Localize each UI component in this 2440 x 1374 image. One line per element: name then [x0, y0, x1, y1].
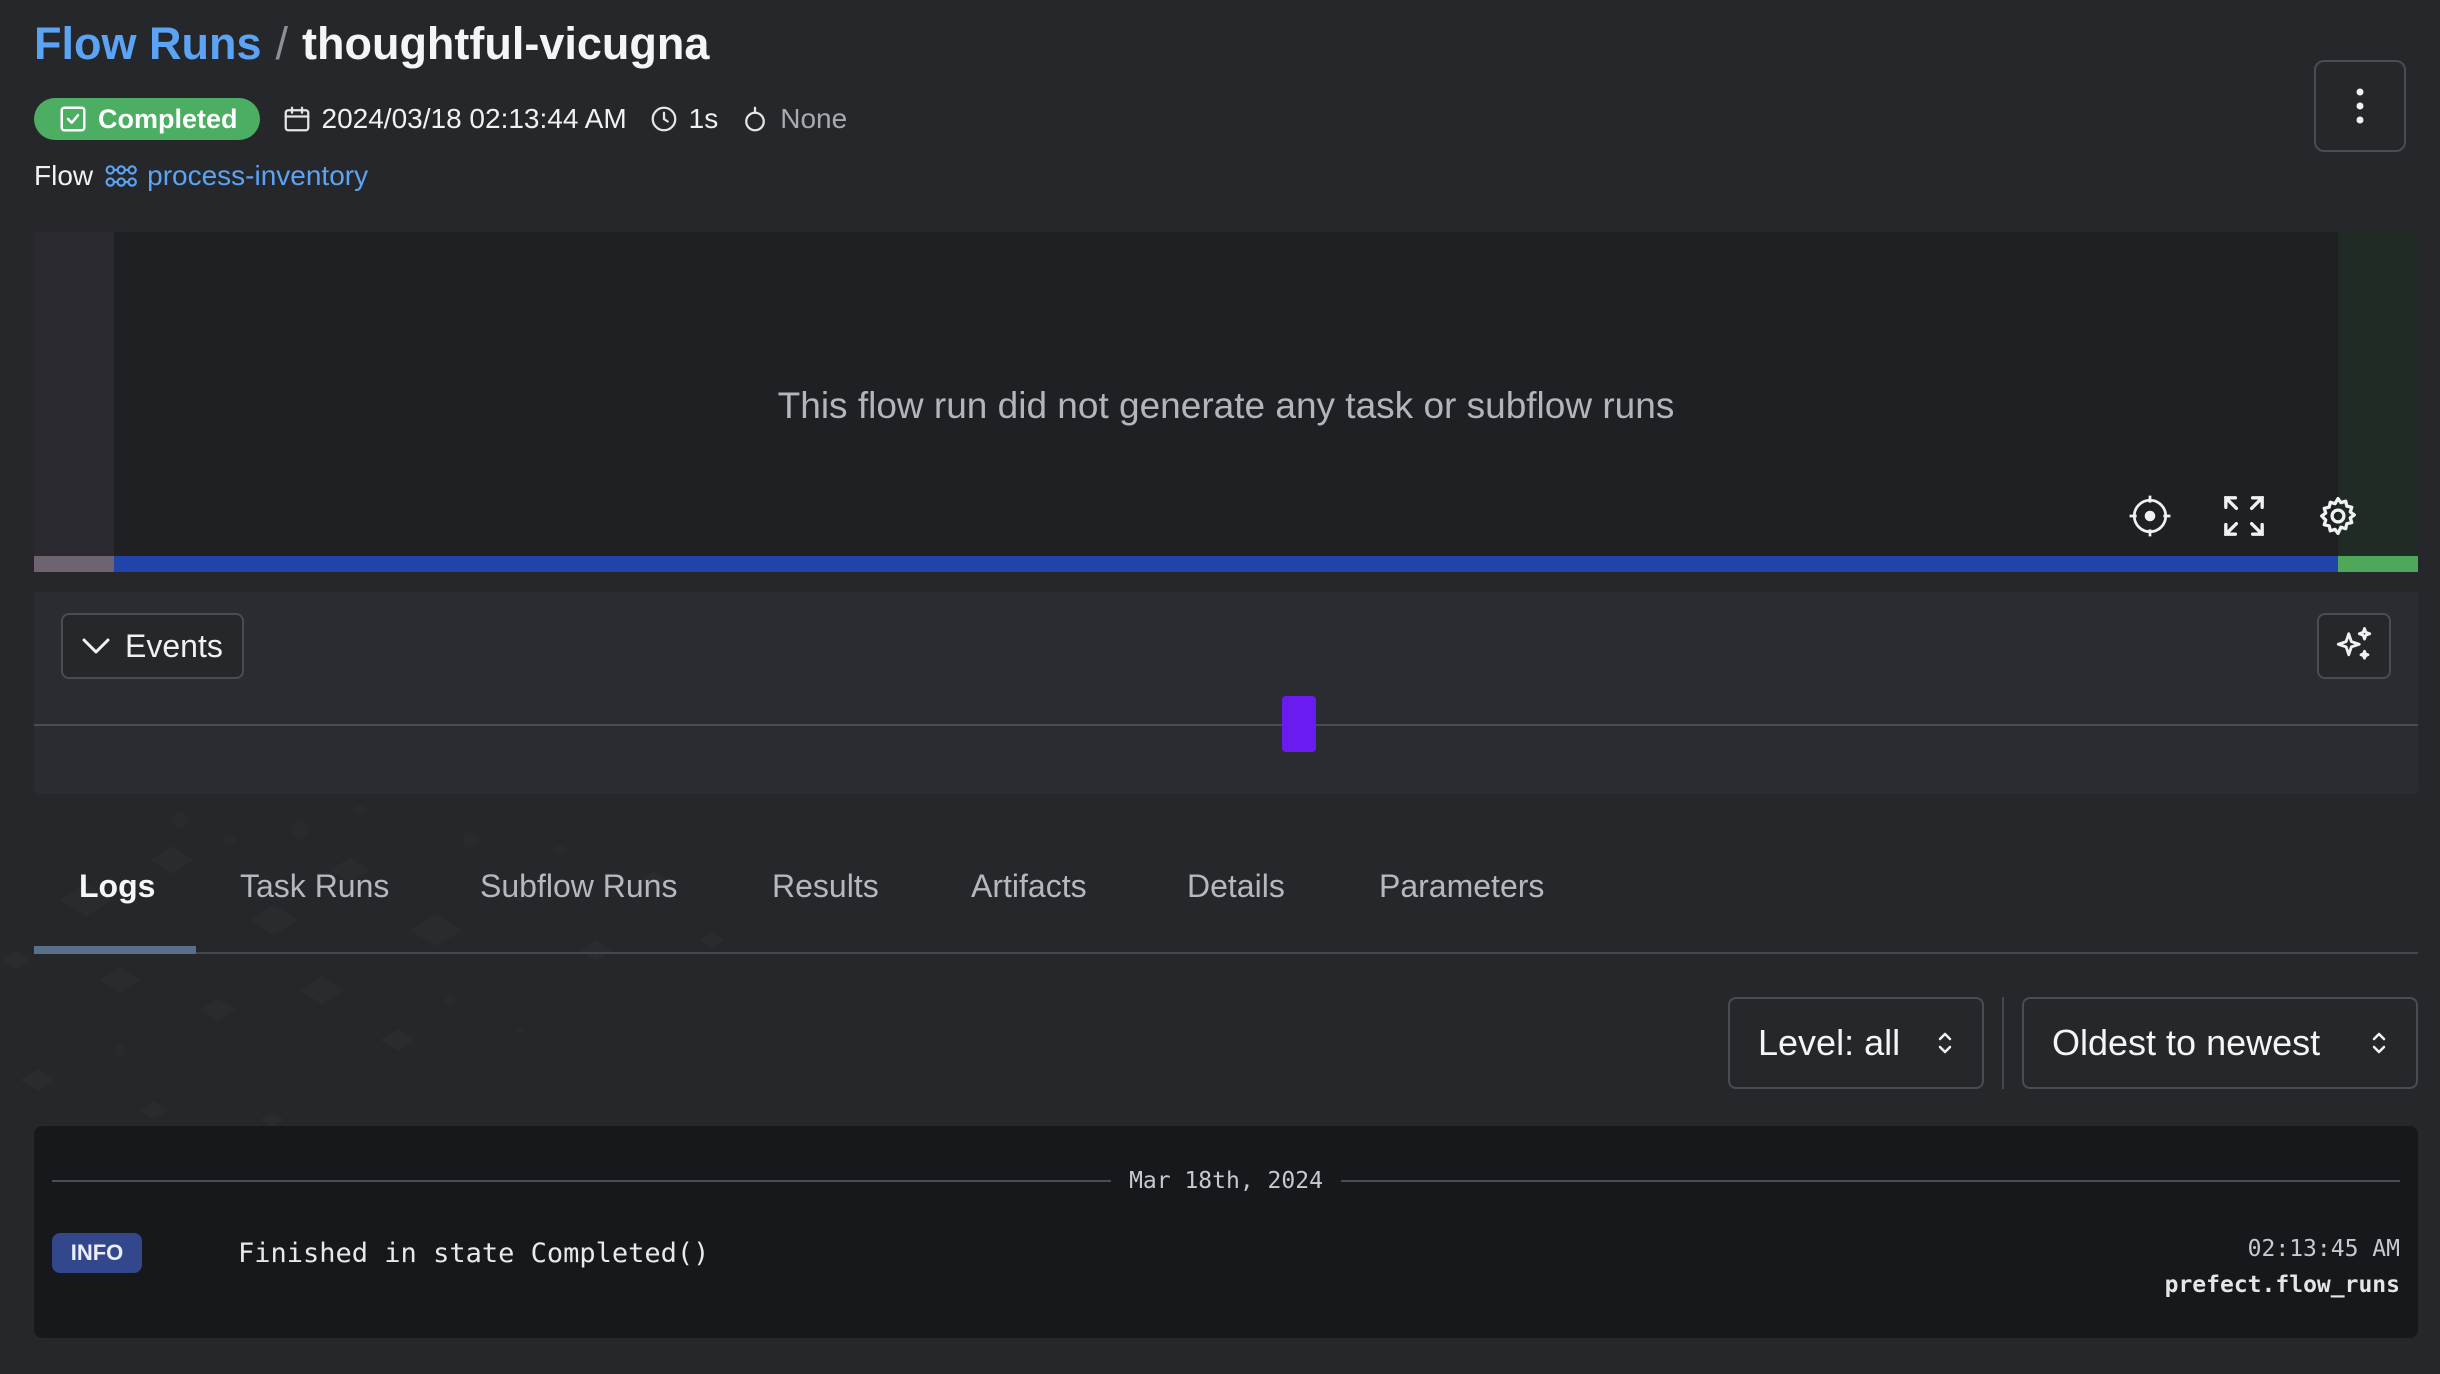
sparkles-icon [2336, 627, 2372, 660]
log-logger-name: prefect.flow_runs [2164, 1272, 2400, 1298]
log-date-divider: Mar 18th, 2024 [52, 1166, 2400, 1196]
flow-label: Flow [34, 160, 94, 191]
tab-results[interactable]: Results [772, 850, 879, 954]
timeline-pending-segment [34, 556, 114, 572]
check-square-icon [60, 106, 86, 132]
log-level-value: Level: all [1758, 1022, 1901, 1063]
expand-icon [2224, 496, 2264, 536]
sparkle-button[interactable] [2317, 613, 2391, 679]
log-filters: Level: all Oldest to newest [1728, 997, 2418, 1089]
filter-divider [2002, 997, 2004, 1089]
clock-icon [651, 106, 677, 132]
divider-line [1340, 1180, 2400, 1182]
start-time: 2024/03/18 02:13:44 AM [282, 103, 627, 135]
duration-value: 1s [688, 103, 719, 134]
log-timestamp: 02:13:45 AM [2247, 1236, 2400, 1262]
log-sort-value: Oldest to newest [2052, 1022, 2321, 1063]
logs-panel: Mar 18th, 2024 INFO Finished in state Co… [34, 1126, 2418, 1338]
events-timeline-axis [34, 724, 2418, 726]
log-level-select[interactable]: Level: all [1728, 997, 1984, 1089]
log-date: Mar 18th, 2024 [1129, 1168, 1323, 1194]
tab-logs[interactable]: Logs [79, 850, 155, 954]
flow-icon [105, 165, 138, 187]
log-level-badge: INFO [52, 1233, 142, 1273]
active-tab-indicator [34, 946, 196, 954]
tab-task-runs[interactable]: Task Runs [240, 850, 389, 954]
events-toggle-button[interactable]: Events [61, 613, 244, 679]
timeline-completed-segment [2338, 556, 2418, 572]
tab-details[interactable]: Details [1187, 850, 1285, 954]
tab-artifacts[interactable]: Artifacts [971, 850, 1087, 954]
more-actions-button[interactable] [2314, 60, 2406, 152]
graph-empty-message: This flow run did not generate any task … [777, 385, 1675, 426]
tags-value: None [780, 103, 848, 134]
page-title: thoughtful-vicugna [302, 18, 710, 69]
graph-settings-button[interactable] [2316, 494, 2360, 538]
chevron-up-down-icon [1938, 1032, 1952, 1054]
state-label: Completed [98, 103, 238, 134]
fullscreen-button[interactable] [2222, 494, 2266, 538]
flow-name-link[interactable]: process-inventory [147, 160, 368, 192]
log-message: Finished in state Completed() [238, 1238, 710, 1269]
events-toggle-label: Events [125, 627, 223, 664]
graph-controls [2128, 494, 2360, 538]
gear-icon [2320, 496, 2356, 536]
breadcrumb: Flow Runs / thoughtful-vicugna [34, 18, 2406, 78]
chevron-down-icon [82, 638, 110, 654]
event-marker[interactable] [1282, 696, 1316, 752]
flow-run-meta: Completed 2024/03/18 02:13:44 AM 1s None [34, 98, 847, 140]
duration: 1s [649, 103, 719, 135]
events-panel: Events [34, 592, 2418, 794]
crosshair-icon [2129, 495, 2171, 537]
tags: None [740, 103, 847, 135]
start-time-value: 2024/03/18 02:13:44 AM [321, 103, 627, 134]
divider-line [52, 1180, 1112, 1182]
state-timeline-bar [34, 556, 2418, 572]
flow-run-graph[interactable]: This flow run did not generate any task … [34, 232, 2418, 572]
tab-subflow-runs[interactable]: Subflow Runs [480, 850, 677, 954]
calendar-icon [284, 106, 309, 132]
timeline-running-segment [114, 556, 2338, 572]
recenter-button[interactable] [2128, 494, 2172, 538]
breadcrumb-separator: / [275, 18, 288, 69]
page-header: Flow Runs / thoughtful-vicugna Completed… [34, 18, 2406, 191]
breadcrumb-flow-runs-link[interactable]: Flow Runs [34, 18, 261, 70]
tag-icon [745, 106, 766, 132]
kebab-menu-icon [2356, 88, 2364, 124]
chevron-up-down-icon [2372, 1032, 2386, 1054]
flow-reference: Flow process-inventory [34, 156, 368, 196]
log-sort-select[interactable]: Oldest to newest [2022, 997, 2418, 1089]
tab-parameters[interactable]: Parameters [1379, 850, 1544, 954]
state-badge: Completed [34, 98, 260, 140]
flow-run-tabs: Logs Task Runs Subflow Runs Results Arti… [34, 850, 2418, 954]
